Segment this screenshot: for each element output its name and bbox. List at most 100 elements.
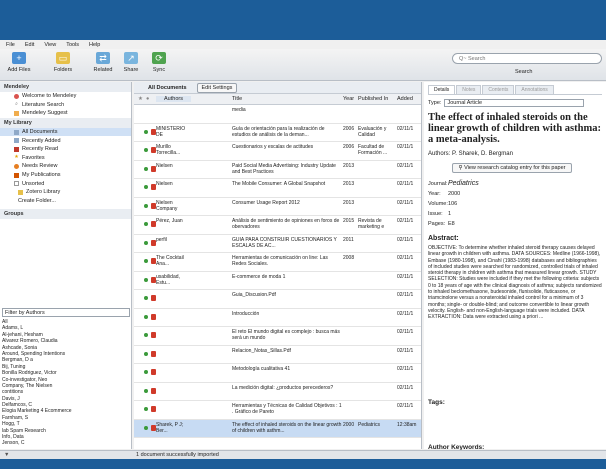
- filter-by-authors-select[interactable]: Filter by Authors: [2, 308, 130, 317]
- sidebar-item-create-folder[interactable]: Create Folder...: [0, 197, 131, 206]
- table-row[interactable]: Introducción 02/11/1: [134, 309, 421, 327]
- cell-published: [358, 163, 388, 177]
- unread-dot-icon[interactable]: [144, 222, 148, 226]
- cell-title: Relacion_Notas_Sillas.Pdf: [232, 347, 291, 354]
- table-row[interactable]: Guia_Discusion.Pdf 02/11/1: [134, 290, 421, 309]
- unread-dot-icon[interactable]: [144, 277, 148, 282]
- table-row[interactable]: Metodología cualitativa 41 02/11/1: [134, 364, 421, 383]
- table-row[interactable]: The Cocktail Ana... Herramientas de comun…: [134, 253, 421, 272]
- sidebar-item-my-publications[interactable]: My Publications: [0, 171, 131, 180]
- add-files-button[interactable]: + Add Files: [6, 52, 32, 78]
- search-input[interactable]: [452, 53, 602, 64]
- cell-year: 2008: [343, 255, 355, 261]
- unread-dot-icon[interactable]: [144, 203, 148, 208]
- documents-icon: [14, 129, 19, 135]
- column-title[interactable]: Title: [232, 96, 242, 102]
- authors-label: Authors:: [428, 151, 451, 157]
- sidebar-item-zotero-library[interactable]: Zotero Library: [0, 188, 131, 197]
- sidebar-item-needs-review[interactable]: Needs Review: [0, 162, 131, 171]
- sidebar-item-welcome[interactable]: Welcome to Mendeley: [0, 92, 131, 101]
- unread-dot-icon[interactable]: [144, 425, 148, 430]
- cell-published: Evaluación y Calidad: [358, 125, 387, 138]
- folders-button[interactable]: ▭ Folders: [50, 52, 76, 78]
- document-list-panel: All Documents Edit Settings ★ ● Authors …: [134, 82, 422, 449]
- table-row[interactable]: Relacion_Notas_Sillas.Pdf 02/11/1: [134, 346, 421, 364]
- menu-edit[interactable]: Edit: [25, 42, 34, 48]
- year-row[interactable]: Year: 2000: [428, 189, 602, 199]
- menu-tools[interactable]: Tools: [66, 42, 79, 48]
- journal-row[interactable]: Journal:Pediatrics: [428, 179, 602, 189]
- table-row[interactable]: La medición digital: ¿productos perecede…: [134, 383, 421, 401]
- star-column-icon[interactable]: ★: [138, 96, 143, 102]
- tab-all-documents[interactable]: All Documents: [144, 84, 191, 92]
- unread-dot-icon[interactable]: [144, 388, 148, 393]
- column-year[interactable]: Year: [343, 96, 354, 102]
- menu-view[interactable]: View: [44, 42, 56, 48]
- unread-dot-icon[interactable]: [144, 259, 148, 263]
- cell-year: 2006: [343, 125, 355, 132]
- column-published-in[interactable]: Published In: [358, 96, 388, 102]
- menu-file[interactable]: File: [6, 42, 15, 48]
- tab-details[interactable]: Details: [428, 85, 456, 94]
- share-button[interactable]: ↗ Share: [120, 52, 142, 78]
- table-row[interactable]: Nielsen Paid Social Media Advertising: In…: [134, 161, 421, 179]
- read-column-icon[interactable]: ●: [146, 96, 149, 102]
- edit-settings-button[interactable]: Edit Settings: [196, 82, 238, 93]
- table-row[interactable]: Pérez, Juan Análisis de sentimiento de op…: [134, 216, 421, 235]
- unread-dot-icon[interactable]: [144, 185, 148, 189]
- catalog-entry-button[interactable]: ⚲ View research catalog entry for this p…: [452, 163, 572, 173]
- type-select[interactable]: Journal Article: [444, 99, 585, 107]
- related-button[interactable]: ⇄ Related: [90, 52, 116, 78]
- authors-value[interactable]: P. Sharek, D. Bergman: [452, 151, 513, 157]
- sidebar-item-literature-search[interactable]: ⌕ Literature Search: [0, 101, 131, 110]
- table-row[interactable]: Herramientas y Técnicas de Calidad Objet…: [134, 401, 421, 420]
- table-row[interactable]: Murillo Torrecilla... Cuestionarios y esc…: [134, 142, 421, 161]
- table-row[interactable]: El reto El mundo digital es complejo : b…: [134, 327, 421, 346]
- sidebar-item-suggest[interactable]: Mendeley Suggest: [0, 109, 131, 118]
- cell-authors: [156, 107, 192, 121]
- unread-dot-icon[interactable]: [144, 296, 148, 300]
- cell-title: Paid Social Media Advertising: Industry …: [232, 162, 336, 175]
- pages-row[interactable]: Pages: E8: [428, 219, 602, 229]
- tab-contents[interactable]: Contents: [482, 85, 515, 94]
- column-authors[interactable]: Authors: [156, 96, 191, 102]
- status-filter-icon[interactable]: ▼: [4, 451, 9, 459]
- issue-row[interactable]: Issue: 1: [428, 209, 602, 219]
- sync-button[interactable]: ⟳ Sync: [148, 52, 170, 78]
- unread-dot-icon[interactable]: [144, 351, 148, 356]
- mendeley-header: Mendeley: [0, 82, 131, 92]
- table-header: ★ ● Authors Title Year Published In Adde…: [134, 94, 421, 105]
- unread-dot-icon[interactable]: [144, 148, 148, 152]
- unread-dot-icon[interactable]: [144, 166, 148, 171]
- cell-added: 02/11/1: [397, 162, 414, 169]
- table-row[interactable]: Nielsen The Mobile Consumer: A Global Sna…: [134, 179, 421, 198]
- abstract-text[interactable]: OBJECTIVE: To determine whether inhaled …: [428, 245, 602, 373]
- unread-dot-icon[interactable]: [144, 407, 148, 411]
- table-row[interactable]: usabilidad, Estu... E-commerce de moda 1 0…: [134, 272, 421, 290]
- sidebar-item-recently-added[interactable]: Recently Added: [0, 136, 131, 145]
- cell-title: E-commerce de moda 1: [232, 273, 286, 280]
- menu-help[interactable]: Help: [89, 42, 100, 48]
- tab-annotations[interactable]: Annotations: [515, 85, 554, 94]
- unread-dot-icon[interactable]: [144, 333, 148, 337]
- cell-added: 02/11/1: [397, 403, 414, 409]
- unread-dot-icon[interactable]: [144, 240, 148, 245]
- volume-row[interactable]: Volume:106: [428, 199, 602, 209]
- sidebar-item-favorites[interactable]: ★ Favorites: [0, 154, 131, 163]
- table-row[interactable]: Sharek, P J; Ber... The effect of inhaled…: [134, 419, 421, 438]
- sidebar-item-all-documents[interactable]: All Documents: [0, 127, 131, 137]
- sidebar-item-unsorted[interactable]: Unsorted: [0, 179, 131, 188]
- toolbar: + Add Files ▭ Folders ⇄ Related ↗ Share …: [0, 49, 606, 81]
- unread-dot-icon[interactable]: [144, 314, 148, 319]
- document-title[interactable]: The effect of inhaled steroids on the li…: [428, 112, 602, 145]
- library-tree: Mendeley Welcome to Mendeley ⌕ Literature…: [0, 82, 131, 262]
- unread-dot-icon[interactable]: [144, 129, 148, 134]
- table-row[interactable]: MINISTERIO DE Guía de orientación para la…: [134, 124, 421, 142]
- unread-dot-icon[interactable]: [144, 370, 148, 374]
- table-row[interactable]: media: [134, 105, 421, 124]
- sidebar-item-recently-read[interactable]: Recently Read: [0, 145, 131, 154]
- column-added[interactable]: Added: [397, 96, 413, 102]
- table-row[interactable]: perfil GUÍA PARA CONSTRUIR CUESTIONARIOS …: [134, 235, 421, 253]
- table-row[interactable]: Nielsen Company Consumer Usage Report 201…: [134, 198, 421, 216]
- tab-notes[interactable]: Notes: [456, 85, 482, 94]
